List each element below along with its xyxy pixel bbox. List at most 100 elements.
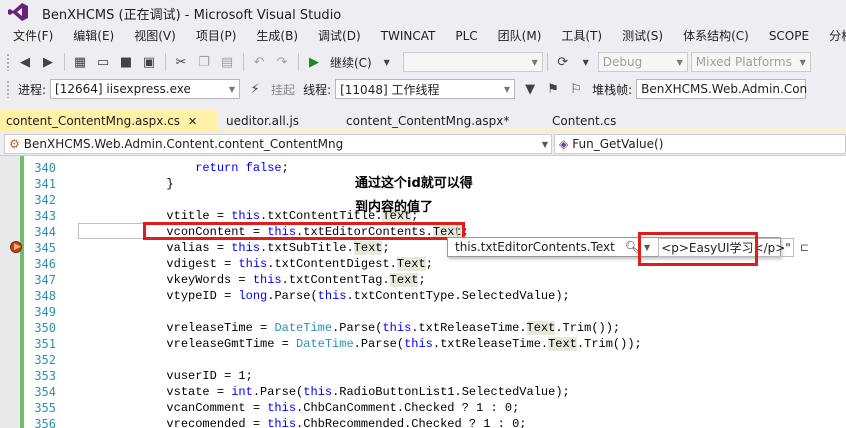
menu-item[interactable]: 项目(P) bbox=[189, 24, 244, 47]
save-all-icon[interactable]: ▣ bbox=[138, 51, 160, 73]
code-line[interactable]: 355 vcanComment = this.ChbCanComment.Che… bbox=[0, 400, 846, 416]
code-text[interactable]: vuserID = 1; bbox=[80, 368, 252, 384]
menu-item[interactable]: TWINCAT bbox=[374, 26, 443, 46]
copy-icon[interactable]: ❐ bbox=[193, 51, 215, 73]
member-dropdown[interactable]: ◈ Fun_GetValue() bbox=[554, 134, 846, 154]
new-project-icon[interactable]: ▦ bbox=[69, 51, 91, 73]
title-bar: BenXHCMS (正在调试) - Microsoft Visual Studi… bbox=[0, 0, 846, 24]
undo-icon[interactable]: ↶ bbox=[248, 51, 270, 73]
menu-item[interactable]: 视图(V) bbox=[127, 24, 183, 47]
menu-item[interactable]: 体系结构(C) bbox=[676, 24, 756, 47]
code-line[interactable]: 352 bbox=[0, 352, 846, 368]
code-text[interactable]: vreleaseTime = DateTime.Parse(this.txtRe… bbox=[80, 320, 620, 336]
back-icon[interactable]: ◀ bbox=[14, 51, 36, 73]
open-file-icon[interactable]: ▭ bbox=[92, 51, 114, 73]
toolbar-separator bbox=[64, 53, 65, 71]
filter-icon[interactable]: ▼ bbox=[519, 78, 541, 100]
code-line[interactable]: 350 vreleaseTime = DateTime.Parse(this.t… bbox=[0, 320, 846, 336]
solution-config-dropdown[interactable]: Debug ▼ bbox=[597, 52, 688, 72]
line-number: 354 bbox=[34, 385, 56, 399]
annotation-line-2: 到内容的值了 bbox=[355, 200, 434, 215]
line-number: 345 bbox=[34, 241, 56, 255]
stackframe-label: 堆栈帧: bbox=[592, 82, 633, 97]
show-flagged-threads-icon[interactable]: ⚐ bbox=[565, 78, 587, 100]
flag-icon[interactable]: ⚑ bbox=[542, 78, 564, 100]
menu-item[interactable]: 团队(M) bbox=[491, 24, 549, 47]
class-dropdown[interactable]: ⚙ BenXHCMS.Web.Admin.Content.content_Con… bbox=[4, 134, 552, 154]
code-line[interactable]: 347 vkeyWords = this.txtContentTag.Text; bbox=[0, 272, 846, 288]
menu-item[interactable]: 生成(B) bbox=[249, 24, 305, 47]
line-number: 343 bbox=[34, 209, 56, 223]
code-text[interactable]: vkeyWords = this.txtContentTag.Text; bbox=[80, 272, 426, 288]
code-text[interactable]: vdigest = this.txtContentDigest.Text; bbox=[80, 256, 433, 272]
standard-toolbar: ◀ ▶ ▦ ▭ ■ ▣ ✂ ❐ ▤ ↶ ↷ ▶ 继续(C) ▼ ▼ ⟳ ▼ De… bbox=[0, 49, 846, 75]
chevron-down-icon: ▼ bbox=[799, 57, 806, 67]
menu-bar: 文件(F) 编辑(E) 视图(V) 项目(P) 生成(B) 调试(D) TWINCAT PLC… bbox=[0, 24, 846, 47]
current-statement-arrow-icon: ▶ bbox=[14, 242, 21, 252]
menu-item[interactable]: 分析 bbox=[822, 24, 846, 47]
tab-ueditor-all-js[interactable]: ueditor.all.js bbox=[220, 110, 305, 132]
thread-dropdown[interactable]: [11048] 工作线程 ▼ bbox=[335, 79, 516, 99]
line-number: 344 bbox=[34, 225, 56, 239]
menu-item[interactable]: 测试(S) bbox=[615, 24, 670, 47]
pin-icon[interactable]: ⊏ bbox=[800, 241, 809, 254]
code-line[interactable]: 348 vtypeID = long.Parse(this.txtContent… bbox=[0, 288, 846, 304]
datatip-expression: this.txtEditorContents.Text bbox=[455, 240, 615, 254]
code-line[interactable]: 351 vreleaseGmtTime = DateTime.Parse(thi… bbox=[0, 336, 846, 352]
save-icon[interactable]: ■ bbox=[115, 51, 137, 73]
code-text[interactable]: vrecomended = this.ChbRecommended.Checke… bbox=[80, 416, 526, 428]
code-text[interactable]: valias = this.txtSubTitle.Text; bbox=[80, 240, 390, 256]
continue-button[interactable]: 继续(C) bbox=[330, 54, 372, 71]
refresh-dropdown-icon[interactable]: ▼ bbox=[575, 51, 597, 73]
code-text[interactable]: vcanComment = this.ChbCanComment.Checked… bbox=[80, 400, 519, 416]
code-line[interactable]: 354 vstate = int.Parse(this.RadioButtonL… bbox=[0, 384, 846, 400]
redo-icon[interactable]: ↷ bbox=[271, 51, 293, 73]
menu-item[interactable]: 调试(D) bbox=[311, 24, 368, 47]
lifecycle-events-icon[interactable]: ⚡ bbox=[244, 78, 266, 100]
thread-label: 线程: bbox=[303, 82, 332, 97]
code-line[interactable]: 349 bbox=[0, 304, 846, 320]
code-text[interactable]: return false; bbox=[80, 160, 289, 176]
toolbar-grip[interactable] bbox=[6, 53, 10, 71]
menu-item[interactable]: 工具(T) bbox=[554, 24, 609, 47]
code-line[interactable]: 356 vrecomended = this.ChbRecommended.Ch… bbox=[0, 416, 846, 428]
cut-icon[interactable]: ✂ bbox=[170, 51, 192, 73]
continue-icon[interactable]: ▶ bbox=[303, 51, 325, 73]
process-dropdown[interactable]: [12664] iisexpress.exe ▼ bbox=[50, 79, 241, 99]
line-number: 347 bbox=[34, 273, 56, 287]
solution-platform-dropdown[interactable]: Mixed Platforms ▼ bbox=[690, 52, 811, 72]
line-number: 356 bbox=[34, 417, 56, 428]
stackframe-dropdown[interactable]: BenXHCMS.Web.Admin.Con bbox=[636, 79, 807, 99]
suspend-button[interactable]: 挂起 bbox=[271, 81, 295, 98]
continue-dropdown-icon[interactable]: ▼ bbox=[376, 51, 398, 73]
close-icon[interactable]: ✕ bbox=[188, 115, 197, 128]
line-number: 351 bbox=[34, 337, 56, 351]
menu-item[interactable]: 编辑(E) bbox=[66, 24, 121, 47]
toolbar-separator bbox=[298, 53, 299, 71]
menu-item[interactable]: PLC bbox=[448, 26, 484, 46]
code-text[interactable]: vstate = int.Parse(this.RadioButtonList1… bbox=[80, 384, 569, 400]
line-number: 349 bbox=[34, 305, 56, 319]
menu-item[interactable]: SCOPE bbox=[762, 26, 816, 46]
document-tab-strip: content_ContentMng.aspx.cs ✕ ueditor.all… bbox=[0, 108, 846, 132]
blank-toolbar-combo[interactable]: ▼ bbox=[402, 52, 543, 72]
refresh-icon[interactable]: ⟳ bbox=[552, 51, 574, 73]
paste-icon[interactable]: ▤ bbox=[216, 51, 238, 73]
tab-content-contentmng-aspx[interactable]: content_ContentMng.aspx* bbox=[340, 110, 515, 132]
tab-content-contentmng-aspx-cs[interactable]: content_ContentMng.aspx.cs ✕ bbox=[0, 110, 218, 132]
code-text[interactable]: } bbox=[80, 176, 173, 192]
forward-icon[interactable]: ▶ bbox=[37, 51, 59, 73]
line-number: 346 bbox=[34, 257, 56, 271]
menu-item[interactable]: 文件(F) bbox=[6, 24, 60, 47]
debug-location-toolbar: 进程: [12664] iisexpress.exe ▼ ⚡ 挂起 线程: [11… bbox=[0, 76, 846, 102]
code-line[interactable]: 353 vuserID = 1; bbox=[0, 368, 846, 384]
toolbar-separator bbox=[243, 53, 244, 71]
method-icon: ◈ bbox=[559, 137, 569, 151]
chevron-down-icon: ▼ bbox=[228, 84, 236, 94]
code-text[interactable]: vtypeID = long.Parse(this.txtContentType… bbox=[80, 288, 569, 304]
toolbar-separator bbox=[546, 53, 548, 71]
red-highlight-box-value bbox=[638, 232, 758, 266]
toolbar-grip[interactable] bbox=[6, 80, 10, 98]
tab-content-cs[interactable]: Content.cs bbox=[546, 110, 622, 132]
code-text[interactable]: vreleaseGmtTime = DateTime.Parse(this.tx… bbox=[80, 336, 642, 352]
